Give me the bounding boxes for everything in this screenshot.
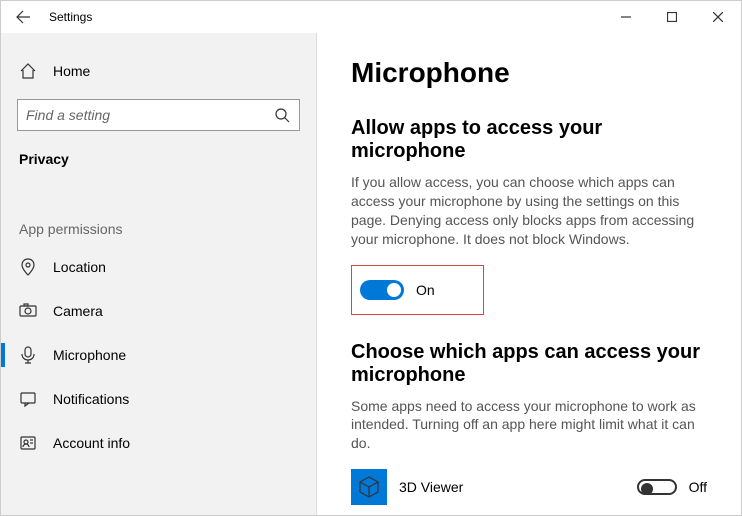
back-button[interactable] <box>1 1 45 33</box>
maximize-button[interactable] <box>649 1 695 33</box>
sidebar-item-notifications[interactable]: Notifications <box>1 377 316 421</box>
app-toggle[interactable] <box>637 479 677 495</box>
sidebar-item-location[interactable]: Location <box>1 245 316 289</box>
main-content: Microphone Allow apps to access your mic… <box>317 33 741 515</box>
sidebar: Home Privacy App permissions Location Ca… <box>1 33 317 515</box>
sidebar-item-label: Location <box>53 259 106 275</box>
section2-description: Some apps need to access your microphone… <box>351 397 707 454</box>
arrow-left-icon <box>15 9 31 25</box>
sidebar-item-label: Account info <box>53 435 130 451</box>
window-controls <box>603 1 741 33</box>
app-row: 3D Viewer Off <box>351 469 707 505</box>
sidebar-item-account-info[interactable]: Account info <box>1 421 316 465</box>
content: Home Privacy App permissions Location Ca… <box>1 33 741 515</box>
minimize-button[interactable] <box>603 1 649 33</box>
microphone-icon <box>19 346 37 364</box>
section2-title: Choose which apps can access your microp… <box>351 341 707 387</box>
search-input[interactable] <box>26 107 273 123</box>
section-label: App permissions <box>1 167 316 245</box>
home-icon <box>19 62 37 80</box>
sidebar-item-label: Notifications <box>53 391 129 407</box>
app-toggle-state: Off <box>689 479 707 495</box>
sidebar-item-camera[interactable]: Camera <box>1 289 316 333</box>
home-link[interactable]: Home <box>1 51 316 91</box>
page-title: Microphone <box>351 57 707 89</box>
close-button[interactable] <box>695 1 741 33</box>
camera-icon <box>19 302 37 320</box>
allow-access-toggle-row: On <box>360 280 435 300</box>
allow-access-toggle[interactable] <box>360 280 404 300</box>
toggle-state-label: On <box>416 282 435 298</box>
account-icon <box>19 434 37 452</box>
app-icon-3d-viewer <box>351 469 387 505</box>
sidebar-item-label: Microphone <box>53 347 126 363</box>
category-label: Privacy <box>1 143 316 167</box>
highlight-box: On <box>351 265 484 315</box>
app-name: 3D Viewer <box>399 479 625 495</box>
home-label: Home <box>53 63 90 79</box>
sidebar-item-microphone[interactable]: Microphone <box>1 333 316 377</box>
section1-description: If you allow access, you can choose whic… <box>351 173 707 249</box>
section1-title: Allow apps to access your microphone <box>351 117 707 163</box>
search-box[interactable] <box>17 99 300 131</box>
titlebar: Settings <box>1 1 741 33</box>
search-icon <box>273 106 291 124</box>
notifications-icon <box>19 390 37 408</box>
location-icon <box>19 258 37 276</box>
sidebar-item-label: Camera <box>53 303 103 319</box>
window-title: Settings <box>49 10 92 24</box>
